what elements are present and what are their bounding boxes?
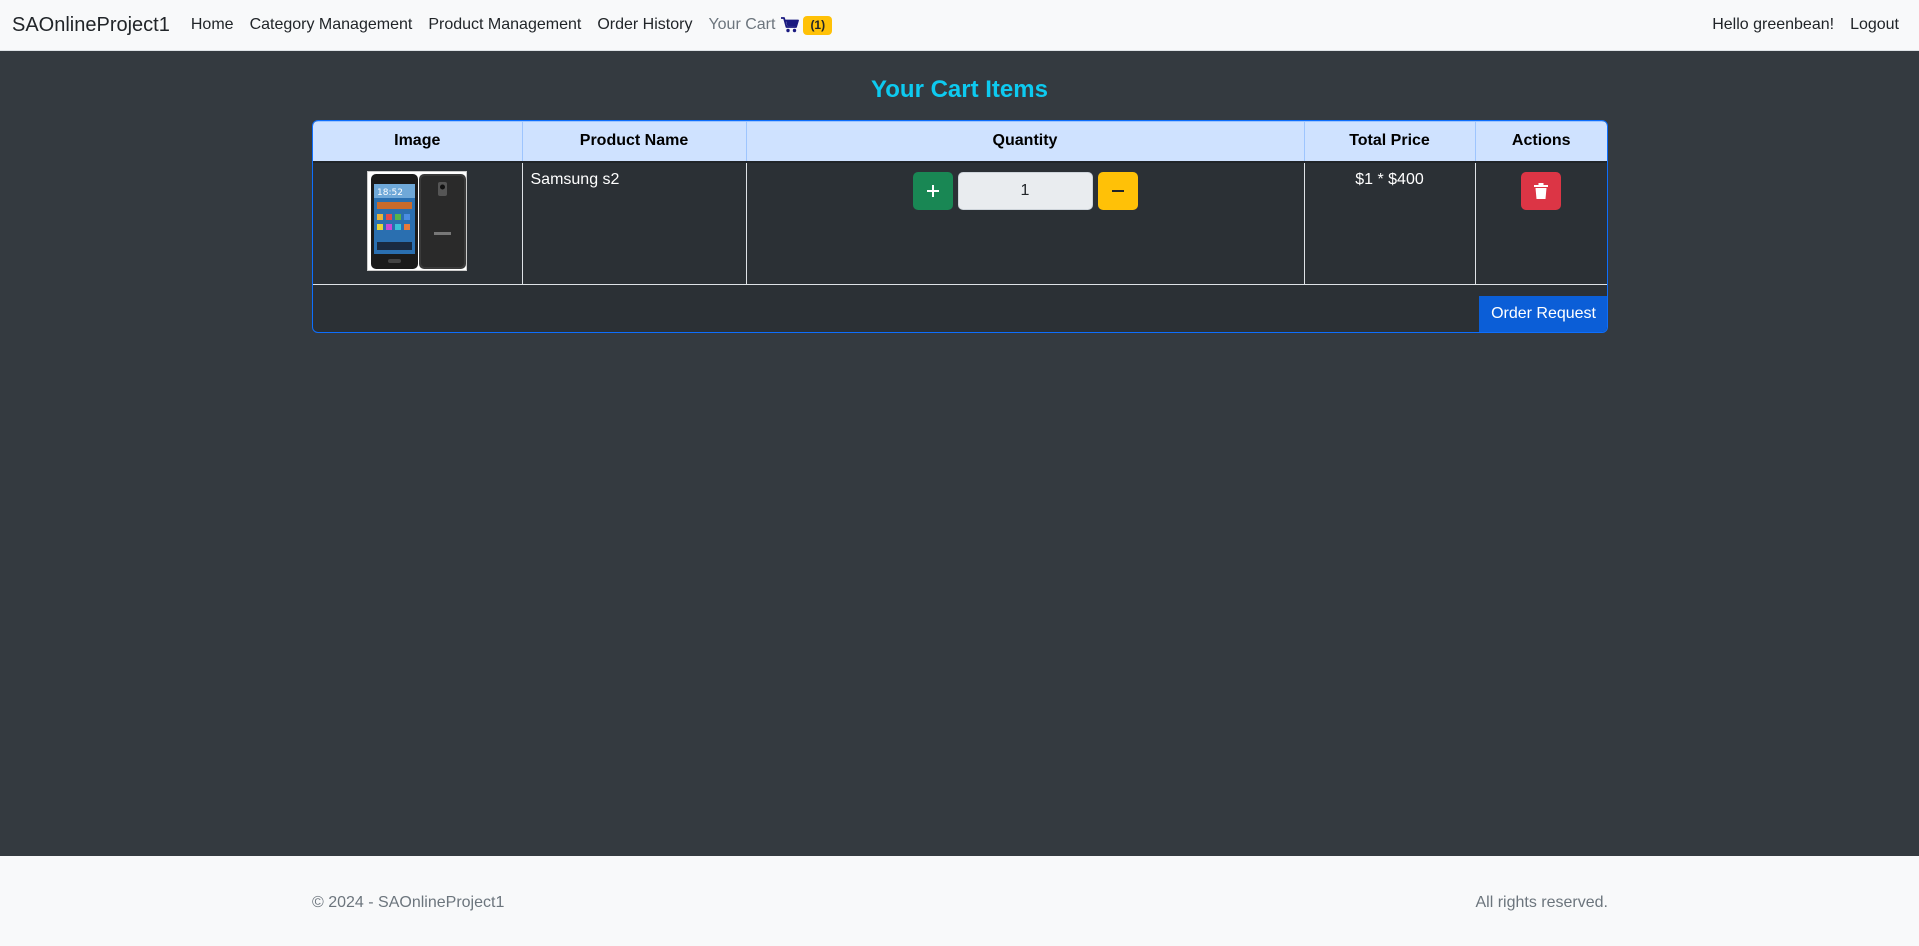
- increase-quantity-button[interactable]: [912, 171, 953, 210]
- table-row: 18:52 Samsung s2 1 $1 * $400: [313, 161, 1607, 285]
- nav-product-management[interactable]: Product Management: [420, 16, 589, 34]
- nav-order-history[interactable]: Order History: [589, 16, 700, 34]
- user-greeting: Hello greenbean!: [1712, 16, 1835, 33]
- brand-link[interactable]: SAOnlineProject1: [12, 14, 170, 37]
- col-header-product-name: Product Name: [521, 121, 747, 163]
- footer-copyright: © 2024 - SAOnlineProject1: [312, 894, 505, 911]
- footer: © 2024 - SAOnlineProject1 All rights res…: [0, 856, 1919, 946]
- top-navbar: SAOnlineProject1 Home Category Managemen…: [0, 0, 1919, 51]
- nav-category-management[interactable]: Category Management: [242, 16, 421, 34]
- col-header-image: Image: [313, 121, 523, 163]
- svg-text:18:52: 18:52: [377, 188, 403, 198]
- nav-your-cart[interactable]: Your Cart (1): [700, 15, 840, 35]
- nav-logout[interactable]: Logout: [1842, 16, 1907, 34]
- order-request-button[interactable]: Order Request: [1479, 296, 1607, 332]
- cell-product-name: Samsung s2: [521, 161, 747, 285]
- cart-panel: Image Product Name Quantity Total Price …: [312, 120, 1608, 333]
- col-header-actions: Actions: [1474, 121, 1607, 163]
- nav-home[interactable]: Home: [183, 16, 242, 34]
- cart-icon: [781, 17, 800, 33]
- col-header-total-price: Total Price: [1303, 121, 1476, 163]
- nav-user-area: Hello greenbean! Logout: [1704, 16, 1907, 34]
- col-header-quantity: Quantity: [745, 121, 1305, 163]
- cell-actions: [1474, 161, 1607, 285]
- cart-count-badge: (1): [803, 15, 833, 35]
- minus-icon: [1111, 189, 1124, 192]
- quantity-stepper: [755, 171, 1296, 210]
- cell-image: 18:52: [313, 161, 523, 285]
- nav-links: Home Category Management Product Managem…: [183, 15, 840, 35]
- cart-table-header: Image Product Name Quantity Total Price …: [313, 121, 1607, 163]
- decrease-quantity-button[interactable]: [1097, 171, 1138, 210]
- quantity-input[interactable]: [957, 171, 1093, 210]
- product-image: 18:52: [367, 170, 468, 271]
- delete-item-button[interactable]: [1521, 171, 1562, 210]
- cart-table: Image Product Name Quantity Total Price …: [313, 121, 1607, 285]
- cell-quantity: [745, 161, 1305, 285]
- trash-icon: [1534, 182, 1549, 199]
- plus-icon: [926, 184, 939, 197]
- page-title: Your Cart Items: [871, 76, 1048, 103]
- footer-rights: All rights reserved.: [1475, 894, 1609, 911]
- cell-total-price: $1 * $400: [1303, 161, 1476, 285]
- nav-your-cart-label: Your Cart: [708, 16, 776, 33]
